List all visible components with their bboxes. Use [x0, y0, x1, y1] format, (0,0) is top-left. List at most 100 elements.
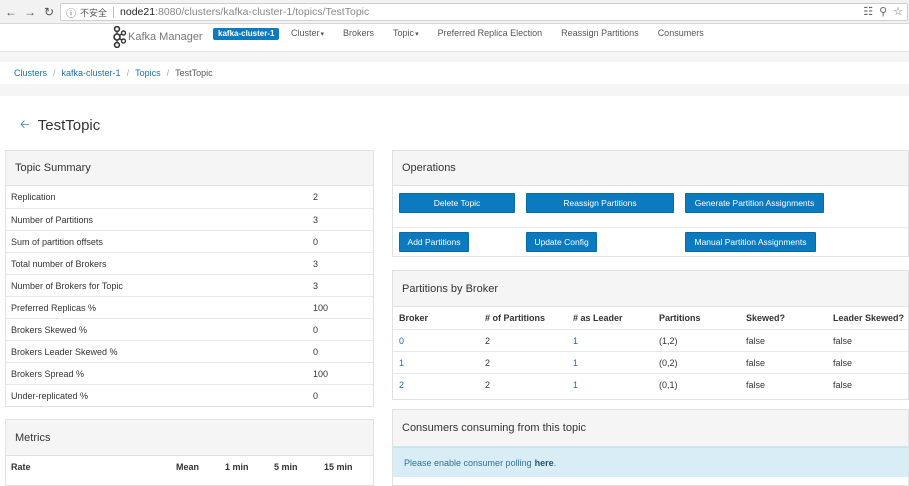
summary-value: 100: [313, 368, 329, 379]
metrics-table-header: Rate Mean 1 min 5 min 15 min: [6, 456, 373, 478]
summary-value: 3: [313, 214, 319, 225]
back-icon[interactable]: ←: [3, 4, 19, 20]
alert-here-link[interactable]: here: [535, 458, 554, 468]
summary-value: 3: [313, 280, 319, 291]
nav-reassign-partitions[interactable]: Reassign Partitions: [561, 28, 639, 38]
consumers-panel: Consumers consuming from this topic Plea…: [392, 409, 909, 486]
topic-summary-table: Replication 2 Number of Partitions 3 Sum of …: [6, 186, 373, 406]
forward-icon[interactable]: →: [22, 4, 38, 20]
spacer-band: [0, 84, 909, 96]
url-path: :8080/clusters/kafka-cluster-1/topics/Te…: [155, 6, 370, 18]
table-row: 2 2 1 (0,1) false false: [393, 373, 908, 395]
insecure-label: 不安全: [80, 7, 108, 18]
breadcrumb-divider: /: [53, 68, 56, 78]
summary-label: Brokers Leader Skewed %: [11, 346, 118, 357]
breadcrumb: Clusters / kafka-cluster-1 / Topics / Te…: [0, 62, 909, 84]
zoom-icon[interactable]: ⚲: [879, 5, 887, 18]
cell-partitions: (0,1): [659, 380, 678, 390]
summary-row: Brokers Leader Skewed % 0: [6, 340, 373, 362]
manual-partition-assignments-button[interactable]: Manual Partition Assignments: [685, 232, 816, 252]
cluster-badge[interactable]: kafka-cluster-1: [213, 28, 280, 40]
metrics-heading: Metrics: [6, 420, 373, 456]
table-row: 1 2 1 (0,2) false false: [393, 351, 908, 373]
bookmark-star-icon[interactable]: ☆: [893, 5, 903, 18]
metrics-col-mean: Mean: [176, 462, 200, 472]
summary-label: Preferred Replicas %: [11, 302, 97, 313]
cell-skewed: false: [746, 380, 766, 390]
nav-cluster[interactable]: Cluster: [291, 28, 324, 38]
nav-topic[interactable]: Topic: [393, 28, 419, 38]
col-leader-skewed: Leader Skewed?: [833, 313, 905, 323]
cell-partitions: (0,2): [659, 358, 678, 368]
summary-label: Number of Brokers for Topic: [11, 280, 123, 291]
summary-value: 0: [313, 346, 319, 357]
col-broker: Broker: [399, 313, 429, 323]
nav-links: Cluster Brokers Topic Preferred Replica …: [291, 28, 723, 38]
alert-suffix: .: [553, 457, 557, 468]
brand-name: Kafka Manager: [128, 31, 203, 43]
summary-label: Brokers Skewed %: [11, 324, 88, 335]
kafka-logo-icon: [113, 26, 126, 48]
add-partitions-button[interactable]: Add Partitions: [399, 232, 469, 252]
cell-num-partitions: 2: [485, 380, 491, 390]
broker-link[interactable]: 0: [399, 336, 404, 346]
cell-as-leader: 1: [573, 358, 578, 368]
cell-num-partitions: 2: [485, 336, 491, 346]
metrics-col-5min: 5 min: [274, 462, 298, 472]
broker-link[interactable]: 2: [399, 380, 404, 390]
col-skewed: Skewed?: [746, 313, 786, 323]
generate-partition-assignments-button[interactable]: Generate Partition Assignments: [685, 193, 824, 213]
breadcrumb-clusters[interactable]: Clusters: [14, 68, 47, 78]
summary-row: Brokers Spread % 100: [6, 362, 373, 384]
partitions-by-broker-heading: Partitions by Broker: [393, 271, 908, 307]
leader-count-link[interactable]: 1: [573, 336, 578, 346]
summary-value: 2: [313, 192, 319, 202]
nav-brokers[interactable]: Brokers: [343, 28, 374, 38]
address-bar[interactable]: ⓘ 不安全 node21:8080/clusters/kafka-cluster…: [60, 3, 908, 21]
cell-broker: 0: [399, 336, 404, 346]
summary-value: 0: [313, 236, 319, 247]
col-num-partitions: # of Partitions: [485, 313, 546, 323]
update-config-button[interactable]: Update Config: [526, 232, 597, 252]
leader-count-link[interactable]: 1: [573, 358, 578, 368]
nav-preferred-replica-election[interactable]: Preferred Replica Election: [438, 28, 543, 38]
cell-as-leader: 1: [573, 336, 578, 346]
browser-toolbar: ← → ↻ ⓘ 不安全 node21:8080/clusters/kafka-c…: [0, 0, 909, 24]
topic-summary-panel: Topic Summary Replication 2 Number of Part…: [5, 150, 374, 407]
cell-partitions: (1,2): [659, 336, 678, 346]
cell-broker: 1: [399, 358, 404, 368]
reload-icon[interactable]: ↻: [41, 4, 57, 20]
delete-topic-button[interactable]: Delete Topic: [399, 193, 515, 213]
partitions-table-header: Broker # of Partitions # as Leader Parti…: [393, 307, 908, 329]
page-title-row: 🡠 TestTopic: [20, 115, 100, 136]
topic-summary-heading: Topic Summary: [6, 151, 373, 186]
back-arrow-icon[interactable]: 🡠: [20, 115, 30, 136]
url-separator: [113, 6, 115, 18]
app-navbar: Kafka Manager kafka-cluster-1 Cluster Br…: [0, 24, 909, 52]
summary-value: 3: [313, 258, 319, 269]
broker-link[interactable]: 1: [399, 358, 404, 368]
summary-label: Under-replicated %: [11, 390, 89, 401]
spacer-band: [0, 52, 909, 62]
cell-leader-skewed: false: [833, 380, 853, 390]
breadcrumb-topics[interactable]: Topics: [135, 68, 161, 78]
cell-leader-skewed: false: [833, 336, 853, 346]
leader-count-link[interactable]: 1: [573, 380, 578, 390]
partitions-by-broker-panel: Partitions by Broker Broker # of Partiti…: [392, 270, 909, 400]
info-icon[interactable]: ⓘ: [66, 5, 76, 20]
partitions-table-body: 0 2 1 (1,2) false false 1 2 1 (0,2) false false 2 2 1 (…: [393, 329, 908, 395]
summary-label: Sum of partition offsets: [11, 236, 103, 247]
operations-divider: [393, 227, 909, 228]
cell-num-partitions: 2: [485, 358, 491, 368]
nav-consumers[interactable]: Consumers: [658, 28, 704, 38]
summary-row: Number of Partitions 3: [6, 208, 373, 230]
consumer-polling-alert: Please enable consumer polling here.: [393, 447, 908, 477]
reassign-partitions-button[interactable]: Reassign Partitions: [526, 193, 674, 213]
metrics-col-1min: 1 min: [225, 462, 249, 472]
cell-skewed: false: [746, 336, 766, 346]
breadcrumb-cluster[interactable]: kafka-cluster-1: [62, 68, 121, 78]
summary-label: Number of Partitions: [11, 214, 94, 225]
brand[interactable]: Kafka Manager: [108, 26, 203, 48]
metrics-panel: Metrics Rate Mean 1 min 5 min 15 min: [5, 419, 374, 486]
translate-icon[interactable]: ☷: [863, 5, 873, 18]
